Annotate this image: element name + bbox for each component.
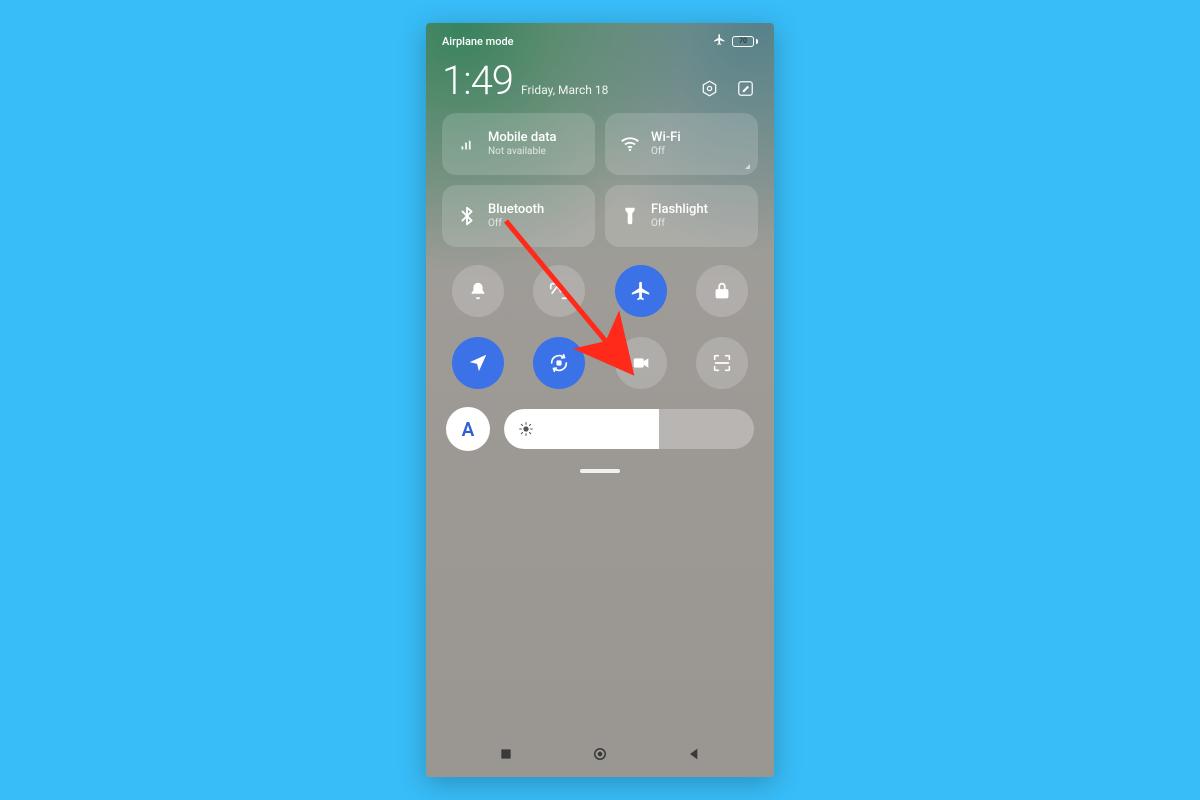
cellular-icon (456, 133, 478, 155)
bluetooth-tile[interactable]: Bluetooth Off (442, 185, 595, 247)
qs-header: 1:49 Friday, March 18 (426, 53, 774, 113)
brightness-icon (518, 421, 534, 437)
screenshot-toggle[interactable] (533, 265, 585, 317)
location-arrow-icon (467, 352, 489, 374)
brightness-slider[interactable] (504, 409, 754, 449)
panel-drag-handle[interactable] (580, 469, 620, 473)
tile-title: Wi-Fi (651, 131, 681, 146)
airplane-status-icon (713, 33, 726, 49)
wifi-tile[interactable]: Wi-Fi Off (605, 113, 758, 175)
nav-home-button[interactable] (586, 740, 614, 768)
clock-date: Friday, March 18 (521, 83, 608, 97)
airplane-icon (630, 280, 652, 302)
battery-percent-text: 70 (739, 37, 747, 45)
nav-back-button[interactable] (680, 740, 708, 768)
battery-indicator: 70 (732, 36, 758, 47)
airplane-toggle[interactable] (615, 265, 667, 317)
rotate-lock-icon (548, 352, 570, 374)
nav-recents-button[interactable] (492, 740, 520, 768)
sound-toggle[interactable] (452, 265, 504, 317)
tile-subtitle: Off (651, 218, 708, 230)
square-icon (498, 746, 514, 762)
auto-brightness-label: A (462, 418, 475, 441)
triangle-left-icon (686, 746, 702, 762)
lock-icon (711, 280, 733, 302)
scanner-toggle[interactable] (696, 337, 748, 389)
auto-rotate-toggle[interactable] (533, 337, 585, 389)
tile-title: Mobile data (488, 131, 557, 146)
circle-icon (591, 745, 609, 763)
tile-title: Flashlight (651, 203, 708, 218)
screenshot-icon (548, 280, 570, 302)
phone-screenshot: Airplane mode 70 1:49 Friday, March 18 (426, 23, 774, 777)
mobile-data-tile[interactable]: Mobile data Not available (442, 113, 595, 175)
bell-icon (467, 280, 489, 302)
bluetooth-icon (456, 205, 478, 227)
expand-caret-icon (745, 164, 750, 169)
auto-brightness-toggle[interactable]: A (446, 407, 490, 451)
location-toggle[interactable] (452, 337, 504, 389)
brightness-fill (504, 409, 659, 449)
video-icon (630, 352, 652, 374)
brightness-row: A (426, 399, 774, 451)
tile-subtitle: Not available (488, 146, 557, 158)
flashlight-icon (619, 205, 641, 227)
round-toggle-grid (426, 247, 774, 399)
tile-title: Bluetooth (488, 203, 544, 218)
tile-subtitle: Off (651, 146, 681, 158)
settings-button[interactable] (696, 75, 722, 101)
tile-subtitle: Off (488, 218, 544, 230)
system-nav-bar (426, 735, 774, 777)
screen-record-toggle[interactable] (615, 337, 667, 389)
wifi-icon (619, 133, 641, 155)
lock-toggle[interactable] (696, 265, 748, 317)
clock-time: 1:49 (442, 61, 513, 101)
edit-tiles-button[interactable] (732, 75, 758, 101)
statusbar-label: Airplane mode (442, 35, 514, 48)
quick-tiles-grid: Mobile data Not available Wi-Fi Off Blue… (426, 113, 774, 247)
status-bar: Airplane mode 70 (426, 23, 774, 53)
scan-icon (711, 352, 733, 374)
flashlight-tile[interactable]: Flashlight Off (605, 185, 758, 247)
